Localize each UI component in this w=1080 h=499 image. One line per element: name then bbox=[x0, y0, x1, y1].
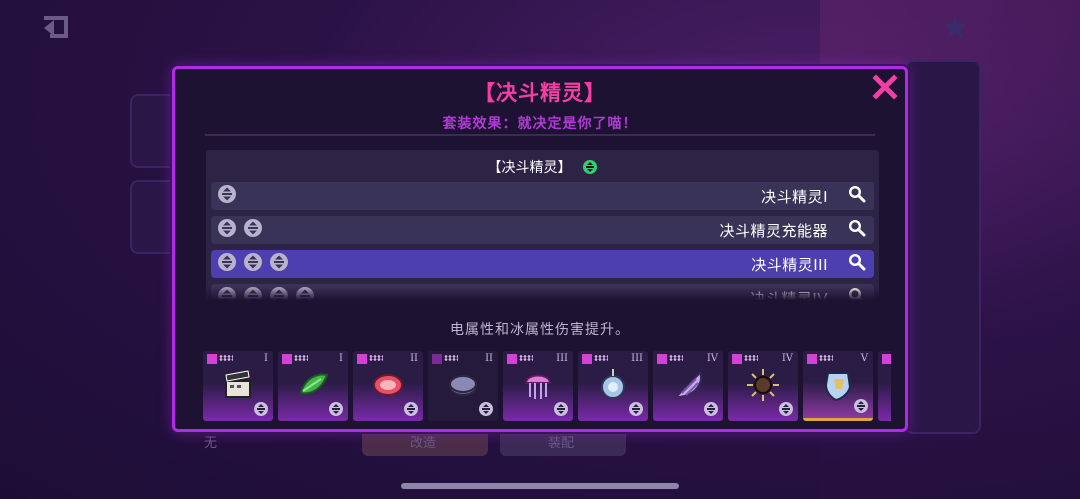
set-badge-icon bbox=[207, 354, 217, 364]
amulet-icon bbox=[601, 369, 625, 399]
set-item-name: 决斗精灵III bbox=[751, 255, 828, 274]
background-button-2-label: 装配 bbox=[548, 436, 575, 451]
card-tier: IV bbox=[706, 353, 718, 364]
background-label: 无 bbox=[204, 436, 218, 451]
set-badge-icon bbox=[657, 354, 667, 364]
card-tier: III bbox=[556, 353, 568, 364]
equipment-card[interactable]: I bbox=[203, 351, 273, 421]
set-list-header: 【决斗精灵】 bbox=[206, 155, 879, 179]
set-badge-icon bbox=[882, 354, 891, 364]
scroll-fade bbox=[206, 286, 879, 300]
level-icons bbox=[217, 184, 761, 208]
set-name: 【决斗精灵】 bbox=[487, 160, 572, 176]
equipment-card[interactable]: IV bbox=[728, 351, 798, 421]
clapperboard-icon bbox=[225, 370, 251, 398]
level-icon bbox=[704, 402, 718, 416]
card-tier: II bbox=[410, 353, 418, 364]
level-icon bbox=[404, 402, 418, 416]
dots-icon bbox=[369, 355, 383, 361]
equipment-card[interactable]: II bbox=[353, 351, 423, 421]
equipment-card-list[interactable]: I I II II III III IV IV V bbox=[203, 351, 891, 423]
level-icon bbox=[329, 402, 343, 416]
set-item-name: 决斗精灵I bbox=[761, 187, 828, 206]
set-badge-icon bbox=[432, 354, 442, 364]
set-badge-icon bbox=[357, 354, 367, 364]
level-icon bbox=[217, 184, 237, 208]
level-icon bbox=[629, 402, 643, 416]
dialog-title: 【决斗精灵】 bbox=[474, 81, 606, 105]
back-icon[interactable] bbox=[40, 14, 74, 40]
conch-icon bbox=[673, 371, 702, 399]
card-tier: IV bbox=[781, 353, 793, 364]
equipment-card-partial[interactable] bbox=[878, 351, 891, 421]
equipment-card[interactable]: I bbox=[278, 351, 348, 421]
level-icon bbox=[479, 402, 493, 416]
search-icon[interactable] bbox=[848, 253, 866, 275]
level-icon bbox=[217, 218, 237, 242]
equipment-card[interactable]: II bbox=[428, 351, 498, 421]
set-list[interactable]: 【决斗精灵】 决斗精灵I 决斗精灵充能器 决斗精灵III bbox=[206, 150, 879, 300]
divider bbox=[205, 134, 875, 136]
shield-icon bbox=[824, 372, 852, 402]
set-item-row[interactable]: 决斗精灵III bbox=[211, 250, 874, 278]
set-item-row[interactable]: 决斗精灵充能器 bbox=[211, 216, 874, 244]
card-tier: V bbox=[860, 353, 868, 364]
card-tier: II bbox=[485, 353, 493, 364]
search-icon[interactable] bbox=[848, 219, 866, 241]
level-icon bbox=[269, 252, 289, 276]
level-icon bbox=[243, 252, 263, 276]
equipment-card[interactable]: V bbox=[803, 351, 873, 421]
card-tier: III bbox=[631, 353, 643, 364]
level-icon bbox=[254, 402, 268, 416]
set-effect-label: 套装效果：就决定是你了喵！ bbox=[442, 116, 638, 132]
dots-icon bbox=[594, 355, 608, 361]
dots-icon bbox=[294, 355, 308, 361]
equipment-card[interactable]: IV bbox=[653, 351, 723, 421]
set-badge-icon bbox=[582, 354, 592, 364]
set-badge-icon bbox=[507, 354, 517, 364]
leaf-icon bbox=[299, 373, 329, 395]
background-panel-right bbox=[905, 60, 981, 434]
set-badge-icon bbox=[732, 354, 742, 364]
background-star-icon: ★ bbox=[940, 8, 971, 48]
disc-icon bbox=[449, 375, 477, 396]
dots-icon bbox=[219, 355, 233, 361]
level-icons bbox=[217, 252, 751, 276]
set-badge-icon bbox=[807, 354, 817, 364]
level-icon bbox=[217, 252, 237, 276]
level-icon bbox=[779, 402, 793, 416]
meat-icon bbox=[373, 374, 403, 396]
close-icon[interactable] bbox=[871, 73, 899, 101]
dots-icon bbox=[519, 355, 533, 361]
level-icon bbox=[243, 218, 263, 242]
card-tier: I bbox=[264, 353, 268, 364]
set-item-name: 决斗精灵充能器 bbox=[719, 221, 828, 240]
dots-icon bbox=[744, 355, 758, 361]
set-level-icon bbox=[582, 160, 597, 174]
card-tier: I bbox=[339, 353, 343, 364]
search-icon[interactable] bbox=[848, 185, 866, 207]
dots-icon bbox=[669, 355, 683, 361]
dots-icon bbox=[444, 355, 458, 361]
set-bonus-dialog: 【决斗精灵】 套装效果：就决定是你了喵！ 【决斗精灵】 决斗精灵I 决斗精灵充能… bbox=[172, 66, 908, 432]
jellyfish-icon bbox=[524, 374, 552, 399]
set-badge-icon bbox=[282, 354, 292, 364]
urchin-icon bbox=[747, 369, 779, 401]
home-indicator bbox=[401, 483, 679, 489]
equipment-card[interactable]: III bbox=[578, 351, 648, 421]
level-icon bbox=[854, 399, 868, 413]
background-button-1-label: 改造 bbox=[410, 436, 437, 451]
equipment-card[interactable]: III bbox=[503, 351, 573, 421]
level-icon bbox=[554, 402, 568, 416]
set-effect-description: 电属性和冰属性伤害提升。 bbox=[450, 322, 630, 338]
level-icons bbox=[217, 218, 719, 242]
set-item-row[interactable]: 决斗精灵I bbox=[211, 182, 874, 210]
dots-icon bbox=[819, 355, 833, 361]
